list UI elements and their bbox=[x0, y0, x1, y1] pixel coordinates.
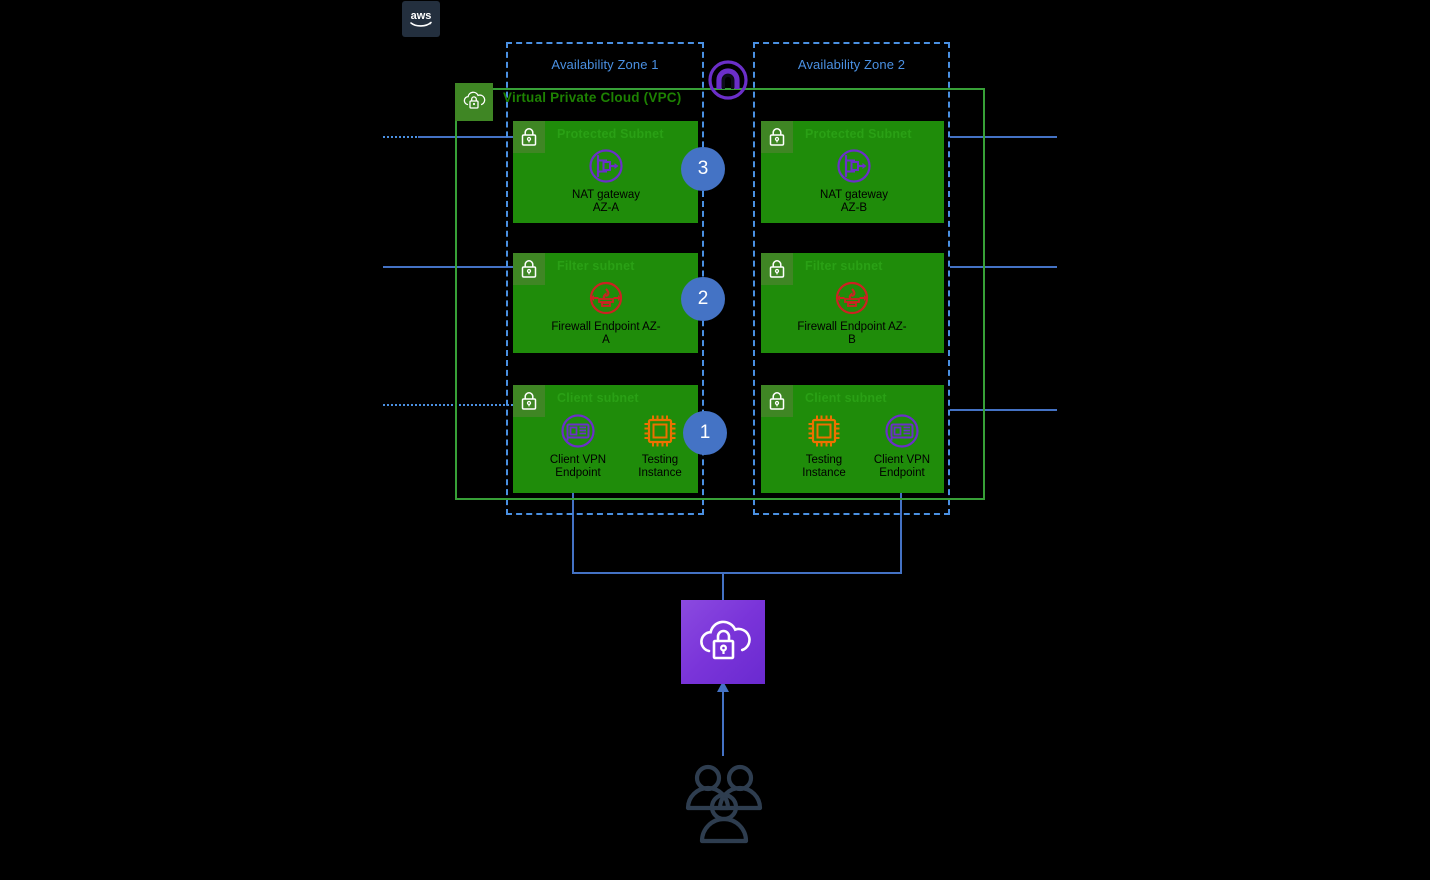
resource-label: Firewall Endpoint AZ-A bbox=[551, 321, 661, 346]
step-number: 3 bbox=[697, 158, 709, 179]
resource-client-vpn-endpoint-az-a: Client VPN Endpoint bbox=[539, 411, 617, 480]
users-icon bbox=[678, 756, 770, 848]
users-to-vpn-line bbox=[722, 692, 724, 756]
subnet-label: Protected Subnet bbox=[805, 127, 912, 141]
resource-nat-gateway-az-a: NAT gateway AZ-A bbox=[569, 146, 643, 215]
subnet-label: Filter subnet bbox=[557, 259, 635, 273]
ec2-instance-icon bbox=[644, 415, 676, 447]
lock-icon bbox=[761, 121, 793, 153]
resource-label: NAT gateway AZ-A bbox=[572, 189, 640, 214]
subnet-label: Client subnet bbox=[805, 391, 887, 405]
lock-icon bbox=[513, 253, 545, 285]
vpn-to-service-line bbox=[722, 572, 724, 602]
ec2-instance-icon bbox=[808, 415, 840, 447]
resource-label: Testing Instance bbox=[638, 454, 682, 479]
subnet-protected-az-b: Protected Subnet NAT gateway AZ-B bbox=[761, 121, 944, 223]
vpc-label: Virtual Private Cloud (VPC) bbox=[503, 90, 682, 105]
step-number: 1 bbox=[699, 422, 711, 443]
resource-label: Firewall Endpoint AZ-B bbox=[797, 321, 907, 346]
svg-text:aws: aws bbox=[411, 10, 432, 22]
subnet-client-az-a: Client subnet Client VPN Endpoint Testin… bbox=[513, 385, 698, 493]
resource-client-vpn-endpoint-az-b: Client VPN Endpoint bbox=[863, 411, 941, 480]
step-marker-2[interactable]: 2 bbox=[681, 277, 725, 321]
client-vpn-service-tile bbox=[681, 600, 765, 684]
client-vpn-endpoint-icon bbox=[561, 414, 595, 448]
subnet-label: Client subnet bbox=[557, 391, 639, 405]
resource-nat-gateway-az-b: NAT gateway AZ-B bbox=[817, 146, 891, 215]
availability-zone-1-label: Availability Zone 1 bbox=[551, 57, 659, 72]
resource-label: Client VPN Endpoint bbox=[873, 454, 931, 479]
step-number: 2 bbox=[697, 288, 709, 309]
lock-icon bbox=[513, 121, 545, 153]
internet-gateway-icon bbox=[706, 58, 750, 102]
subnet-filter-az-a: Filter subnet Firewall Endpoint AZ-A bbox=[513, 253, 698, 353]
architecture-diagram-canvas: aws Availability Zone 1 Availability Zon… bbox=[0, 0, 1430, 880]
subnet-filter-az-b: Filter subnet Firewall Endpoint AZ-B bbox=[761, 253, 944, 353]
subnet-protected-az-a: Protected Subnet NAT gateway AZ-A bbox=[513, 121, 698, 223]
resource-testing-instance-az-b: Testing Instance bbox=[785, 411, 863, 480]
client-vpn-endpoint-icon bbox=[885, 414, 919, 448]
resource-label: Testing Instance bbox=[802, 454, 846, 479]
network-firewall-icon bbox=[589, 281, 623, 315]
nat-gateway-icon bbox=[837, 149, 871, 183]
network-firewall-icon bbox=[835, 281, 869, 315]
nat-gateway-icon bbox=[589, 149, 623, 183]
subnet-label: Filter subnet bbox=[805, 259, 883, 273]
client-vpn-cloud-lock-icon bbox=[700, 620, 751, 660]
vpn-join-line bbox=[572, 572, 902, 574]
step-marker-1[interactable]: 1 bbox=[683, 411, 727, 455]
availability-zone-2-label: Availability Zone 2 bbox=[797, 57, 906, 72]
vpc-icon bbox=[455, 83, 493, 121]
step-marker-3[interactable]: 3 bbox=[681, 147, 725, 191]
resource-firewall-endpoint-az-b: Firewall Endpoint AZ-B bbox=[795, 278, 909, 347]
subnet-client-az-b: Client subnet Testing Instance Client VP… bbox=[761, 385, 944, 493]
resource-firewall-endpoint-az-a: Firewall Endpoint AZ-A bbox=[549, 278, 663, 347]
resource-label: Client VPN Endpoint bbox=[549, 454, 607, 479]
aws-logo: aws bbox=[402, 1, 440, 37]
subnet-label: Protected Subnet bbox=[557, 127, 664, 141]
lock-icon bbox=[761, 253, 793, 285]
resource-label: NAT gateway AZ-B bbox=[820, 189, 888, 214]
